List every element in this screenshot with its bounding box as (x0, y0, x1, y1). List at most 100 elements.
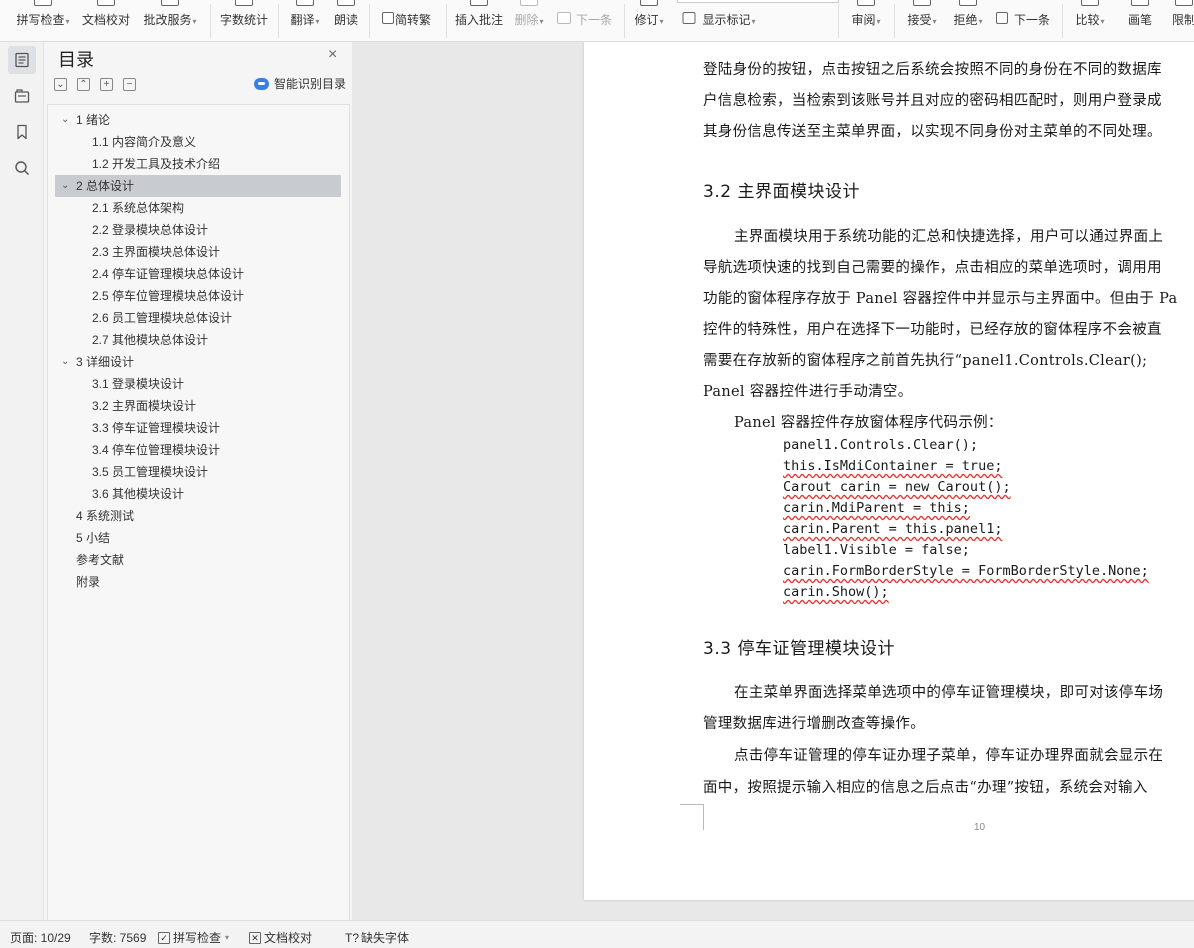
body-text-line: 功能的窗体程序存放于 Panel 容器控件中并显示与主界面中。但由于 Pa (703, 291, 1178, 307)
toc-item[interactable]: 2.7 其他模块总体设计 (55, 329, 341, 351)
toc-item-selected[interactable]: ⌄ 2 总体设计 (55, 175, 341, 197)
search-nav-button[interactable] (8, 154, 36, 182)
toc-nav-button[interactable] (8, 46, 36, 74)
next-comment-button[interactable]: 下一条 (556, 0, 616, 41)
next-change-icon (996, 12, 1008, 24)
translate-icon (296, 0, 314, 6)
ribbon-divider (838, 4, 839, 38)
toc-item[interactable]: 2.2 登录模块总体设计 (55, 219, 341, 241)
simplified-to-traditional-button[interactable]: 简转繁 (376, 0, 436, 41)
word-count-indicator[interactable]: 字数: 7569 (89, 929, 146, 946)
toc-item[interactable]: 2.6 员工管理模块总体设计 (55, 307, 341, 329)
compare-icon (1081, 0, 1099, 6)
toc-item[interactable]: 3.4 停车位管理模块设计 (55, 439, 341, 461)
body-text-line: 点击停车证管理的停车证办理子菜单，停车证办理界面就会显示在 (734, 748, 1164, 764)
toc-item[interactable]: ⌄ 1 绪论 (55, 109, 341, 131)
body-text-line: 需要在存放新的窗体程序之前首先执行“panel1.Controls.Clear(… (703, 353, 1148, 369)
ribbon-divider (278, 4, 279, 38)
correction-service-button[interactable]: 批改服务▾ (140, 0, 200, 41)
toc-item[interactable]: 1.2 开发工具及技术介绍 (55, 153, 341, 175)
toc-item[interactable]: 3.6 其他模块设计 (55, 483, 341, 505)
proofread-icon: ✕ (249, 931, 261, 944)
review-ribbon: 拼写检查▾ 文档校对 批改服务▾ 字数统计 翻译▾ 朗读 简转繁 插入批注 删除… (0, 0, 1194, 42)
collapse-toggle-icon[interactable]: ⌄ (61, 109, 69, 131)
search-icon (15, 161, 30, 176)
demote-level-icon[interactable]: − (123, 78, 136, 91)
toc-item[interactable]: 3.3 停车证管理模块设计 (55, 417, 341, 439)
show-markup-icon (682, 12, 696, 24)
track-changes-button[interactable]: 修订▾ (630, 0, 668, 41)
promote-level-icon[interactable]: + (100, 78, 113, 91)
document-proofread-button[interactable]: 文档校对 (80, 0, 132, 41)
collapse-toggle-icon[interactable]: ⌄ (61, 175, 69, 197)
reject-button[interactable]: 拒绝▾ (948, 0, 988, 41)
toc-item[interactable]: 5 小结 (55, 527, 341, 549)
ribbon-divider (446, 4, 447, 38)
body-text-line: 户信息检索，当检索到该账号并且对应的密码相匹配时，则用户登录成 (703, 93, 1162, 109)
spell-check-status[interactable]: ✓ 拼写检查 ▾ (158, 929, 229, 946)
toc-item[interactable]: 3.5 员工管理模块设计 (55, 461, 341, 483)
toc-item[interactable]: 参考文献 (55, 549, 341, 571)
body-text-line: 在主菜单界面选择菜单选项中的停车证管理模块，即可对该停车场 (734, 685, 1164, 701)
code-line: carin.Parent = this.panel1; (783, 521, 1003, 537)
toc-list: ⌄ 1 绪论 1.1 内容简介及意义 1.2 开发工具及技术介绍 ⌄ 2 总体设计 … (47, 104, 350, 920)
ribbon-divider (624, 4, 625, 38)
page-indicator[interactable]: 页面: 10/29 (10, 929, 71, 946)
ribbon-divider (894, 4, 895, 38)
pen-button[interactable]: 画笔 (1124, 0, 1156, 41)
review-icon (857, 0, 875, 6)
delete-comment-button[interactable]: 删除▾ (510, 0, 548, 41)
toc-item[interactable]: 附录 (55, 571, 341, 593)
collapse-all-icon[interactable]: ⌃ (77, 78, 90, 91)
toc-item[interactable]: 1.1 内容简介及意义 (55, 131, 341, 153)
toc-item[interactable]: 4 系统测试 (55, 505, 341, 527)
restrict-editing-button[interactable]: 限制 (1168, 0, 1194, 41)
insert-comment-button[interactable]: 插入批注 (452, 0, 506, 41)
next-change-button[interactable]: 下一条 (994, 0, 1054, 41)
body-text-line: 控件的特殊性，用户在选择下一功能时，已经存放的窗体程序不会被直 (703, 322, 1162, 338)
toc-item[interactable]: 2.4 停车证管理模块总体设计 (55, 263, 341, 285)
spell-check-button[interactable]: 拼写检查▾ (12, 0, 74, 41)
document-page[interactable]: 登陆身份的按钮，点击按钮之后系统会按照不同的身份在不同的数据库 户信息检索，当检… (584, 42, 1194, 900)
code-line: this.IsMdiContainer = true; (783, 458, 1003, 474)
smart-toc-button[interactable]: 智能识别目录 (254, 75, 346, 92)
body-text-line: 其身份信息传送至主菜单界面，以实现不同身份对主菜单的不同处理。 (703, 124, 1162, 140)
body-text-line: Panel 容器控件进行手动清空。 (703, 384, 913, 400)
toc-item[interactable]: 3.2 主界面模块设计 (55, 395, 341, 417)
section-heading: 3.3 停车证管理模块设计 (703, 639, 895, 659)
bookmark-nav-button[interactable] (8, 118, 36, 146)
code-line: carin.FormBorderStyle = FormBorderStyle.… (783, 563, 1149, 579)
body-text-line: 导航选项快速的找到自己需要的操作，点击相应的菜单选项时，调用用 (703, 260, 1162, 276)
word-count-button[interactable]: 字数统计 (218, 0, 270, 41)
read-aloud-button[interactable]: 朗读 (330, 0, 362, 41)
review-button[interactable]: 审阅▾ (846, 0, 886, 41)
close-icon[interactable]: × (328, 46, 337, 64)
toc-item[interactable]: 3.1 登录模块设计 (55, 373, 341, 395)
navigation-rail (0, 42, 44, 920)
toc-item[interactable]: 2.1 系统总体架构 (55, 197, 341, 219)
compare-button[interactable]: 比较▾ (1070, 0, 1110, 41)
toc-item[interactable]: 2.3 主界面模块总体设计 (55, 241, 341, 263)
collapse-toggle-icon[interactable]: ⌄ (61, 351, 69, 373)
ribbon-divider (369, 4, 370, 38)
translate-button[interactable]: 翻译▾ (286, 0, 324, 41)
page-margin-marker (680, 804, 704, 830)
accept-button[interactable]: 接受▾ (902, 0, 942, 41)
toc-item[interactable]: ⌄ 3 详细设计 (55, 351, 341, 373)
document-canvas[interactable]: 登陆身份的按钮，点击按钮之后系统会按照不同的身份在不同的数据库 户信息检索，当检… (352, 42, 1194, 920)
code-line: Carout carin = new Carout(); (783, 479, 1011, 495)
expand-all-icon[interactable]: ⌄ (54, 78, 67, 91)
proofread-status[interactable]: ✕ 文档校对 (249, 929, 312, 946)
show-markup-button[interactable]: 显示标记▾ (680, 0, 762, 41)
delete-comment-icon (520, 0, 538, 6)
correction-icon (161, 0, 179, 6)
chapter-nav-button[interactable] (8, 82, 36, 110)
check-icon: ✓ (158, 931, 170, 944)
section-heading: 3.2 主界面模块设计 (703, 182, 860, 202)
code-caption: Panel 容器控件存放窗体程序代码示例： (734, 415, 1003, 431)
missing-font-status[interactable]: T? 缺失字体 (345, 929, 409, 946)
chinese-convert-icon (382, 12, 394, 24)
proofread-icon (97, 0, 115, 6)
code-line: carin.MdiParent = this; (783, 500, 970, 516)
toc-item[interactable]: 2.5 停车位管理模块总体设计 (55, 285, 341, 307)
